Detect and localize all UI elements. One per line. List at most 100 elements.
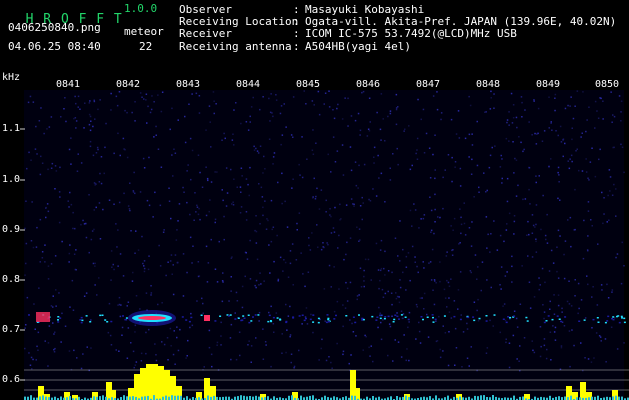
noise-dot (47, 342, 50, 344)
noise-dot (541, 267, 544, 270)
noise-dot (363, 269, 365, 272)
noise-dot (151, 95, 153, 97)
noise-dot (354, 119, 357, 122)
noise-dot (130, 230, 132, 232)
noise-dot (145, 292, 148, 294)
echo-dot (422, 318, 424, 321)
noise-dot (165, 274, 167, 277)
noise-dot (611, 291, 613, 293)
meter-floor (45, 396, 47, 400)
noise-dot (264, 341, 267, 343)
noise-dot (600, 97, 602, 100)
noise-dot (535, 223, 537, 226)
noise-dot (142, 157, 145, 160)
echo-dot (379, 317, 382, 320)
noise-dot (113, 203, 115, 205)
echo-dot (352, 316, 355, 318)
noise-dot (380, 267, 383, 270)
noise-dot (428, 147, 431, 149)
echo-dot (303, 319, 306, 322)
noise-dot (92, 125, 94, 128)
noise-dot (54, 255, 57, 257)
noise-dot (255, 337, 257, 339)
noise-dot (528, 167, 531, 169)
noise-dot (117, 265, 119, 267)
noise-dot (466, 357, 469, 359)
echo-dot (526, 320, 529, 322)
noise-dot (469, 270, 472, 272)
echo-dot (79, 319, 82, 321)
noise-dot (298, 212, 301, 214)
station-info: Observer: Masayuki Kobayashi Receiving L… (179, 3, 616, 53)
noise-dot (182, 253, 185, 255)
noise-dot (476, 278, 478, 280)
noise-dot (176, 229, 178, 231)
noise-dot (399, 220, 401, 222)
echo-dot (358, 314, 360, 316)
noise-dot (303, 90, 305, 92)
meter-floor (390, 396, 392, 400)
echo-dot (267, 320, 270, 323)
noise-dot (196, 206, 199, 208)
noise-dot (90, 347, 92, 349)
noise-dot (221, 280, 224, 282)
noise-dot (99, 238, 102, 240)
noise-dot (454, 161, 457, 163)
noise-dot (143, 260, 146, 262)
echo-dot (185, 319, 188, 321)
noise-dot (301, 136, 303, 138)
noise-dot (508, 212, 511, 215)
noise-dot (50, 263, 53, 265)
noise-dot (94, 118, 96, 120)
meter-floor (69, 396, 71, 400)
echo-dot (396, 315, 399, 318)
noise-dot (550, 121, 552, 123)
noise-dot (60, 341, 62, 343)
noise-dot (205, 166, 207, 168)
noise-dot (245, 121, 248, 123)
noise-dot (469, 104, 472, 107)
noise-dot (177, 261, 179, 264)
noise-dot (540, 228, 542, 231)
noise-dot (484, 111, 486, 113)
time-tick-label: 0847 (415, 79, 441, 90)
noise-dot (574, 279, 576, 281)
noise-dot (368, 97, 371, 99)
noise-dot (355, 335, 357, 337)
meter-floor (153, 395, 155, 400)
noise-dot (275, 99, 278, 101)
noise-dot (458, 137, 461, 139)
noise-dot (448, 311, 451, 313)
noise-dot (527, 255, 529, 257)
noise-dot (545, 238, 547, 241)
echo-dot (80, 321, 83, 324)
echo-dot (237, 317, 240, 319)
noise-dot (168, 200, 171, 202)
noise-dot (615, 256, 617, 259)
noise-dot (195, 211, 197, 213)
noise-dot (55, 289, 57, 291)
noise-dot (601, 289, 603, 291)
noise-dot (64, 97, 66, 99)
echo-dot (604, 321, 607, 324)
noise-dot (306, 158, 308, 160)
noise-dot (36, 153, 38, 155)
meter-floor (207, 395, 209, 400)
noise-dot (214, 218, 217, 221)
noise-dot (376, 111, 378, 114)
noise-dot (584, 317, 587, 319)
noise-dot (616, 253, 619, 255)
noise-dot (353, 203, 355, 206)
noise-dot (559, 125, 562, 128)
noise-dot (89, 145, 92, 148)
noise-dot (461, 366, 463, 368)
noise-dot (26, 167, 28, 170)
time-tick-label: 0849 (535, 79, 561, 90)
echo-dot (252, 316, 254, 318)
meter-bar (140, 368, 146, 400)
echo-dot (485, 320, 488, 322)
noise-dot (379, 128, 382, 131)
noise-dot (471, 221, 473, 223)
noise-dot (540, 345, 542, 348)
noise-dot (327, 153, 329, 156)
